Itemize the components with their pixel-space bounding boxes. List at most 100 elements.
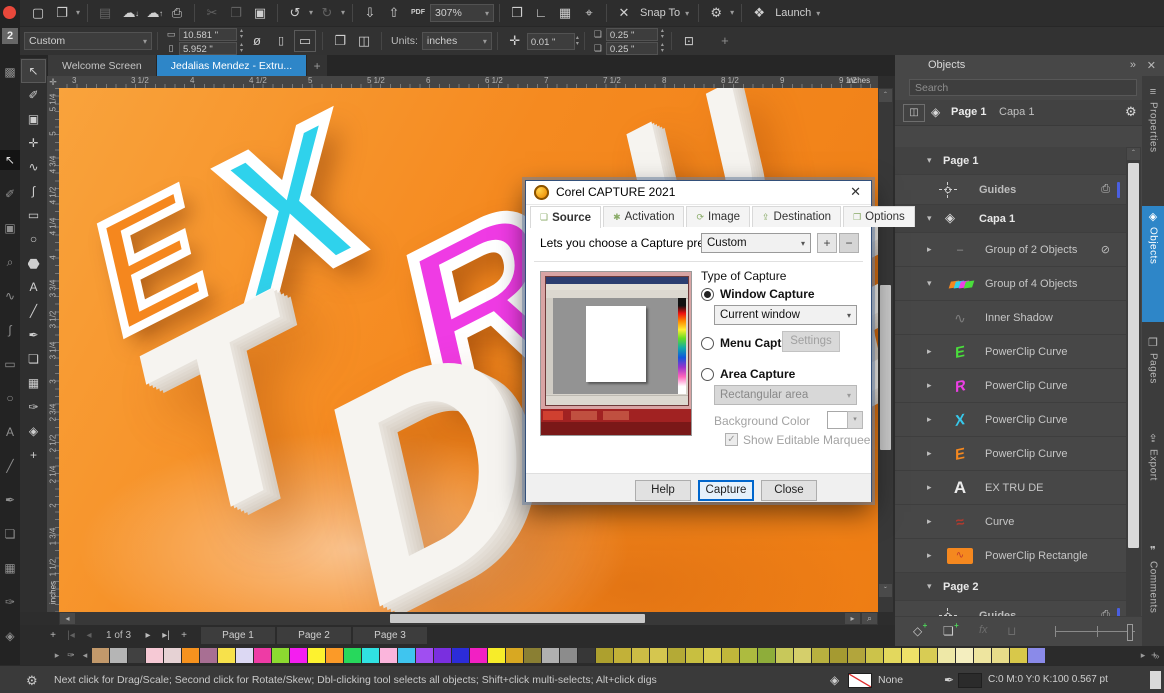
palette-swatch-7[interactable] (218, 648, 235, 663)
palette-swatch-45[interactable] (902, 648, 919, 663)
palette-swatch-20[interactable] (452, 648, 469, 663)
vertical-scroll-thumb[interactable] (880, 285, 891, 450)
portrait-button[interactable]: ▯ (271, 31, 291, 51)
line-tool[interactable]: ╱ (22, 300, 45, 322)
palette-swatch-17[interactable] (398, 648, 415, 663)
copy-button[interactable]: ❐ (226, 3, 246, 23)
scroll-left-button[interactable]: ◂ (60, 613, 75, 624)
capture-preset-combo[interactable]: Custom ▾ (701, 233, 811, 253)
palette-swatch-15[interactable] (362, 648, 379, 663)
last-page-button[interactable]: ▸| (157, 630, 175, 641)
treat-as-filled-button[interactable]: ⊡ (679, 31, 699, 51)
duplicate-x-field[interactable]: 0.25 " (606, 28, 658, 41)
page-tab-1[interactable]: Page 1 (201, 627, 275, 644)
palette-swatch-13[interactable] (326, 648, 343, 663)
settings-button[interactable]: Settings (782, 331, 840, 352)
add-page-button[interactable]: + (44, 630, 62, 641)
palette-swatch-50[interactable] (992, 648, 1009, 663)
palette-swatch-52[interactable] (1028, 648, 1045, 663)
cut-button[interactable]: ✂ (202, 3, 222, 23)
layer-row[interactable]: ▾◈Capa 1 (895, 205, 1126, 233)
palette-swatch-16[interactable] (380, 648, 397, 663)
guides-row[interactable]: Guides⎙ (895, 175, 1126, 205)
palette-swatch-25[interactable] (542, 648, 559, 663)
preset-combo[interactable]: Custom ▾ (24, 32, 152, 50)
palette-flyout-button[interactable]: ▸ (50, 650, 64, 661)
bezier-tool[interactable]: ✒ (22, 324, 45, 346)
units-combo[interactable]: inches ▾ (422, 32, 492, 50)
palette-eyedropper-icon[interactable]: ✑ (64, 650, 78, 661)
duplicate-y-spinner[interactable]: ▴▾ (661, 42, 664, 54)
show-marquee-checkbox[interactable]: ✓ (725, 433, 738, 446)
text-tool[interactable]: A (22, 276, 45, 298)
ruler-origin[interactable]: ✛ (47, 76, 59, 88)
menu-capture-radio[interactable] (701, 337, 714, 350)
object-row[interactable]: ▸EPowerClip Curve (895, 437, 1126, 471)
palette-swatch-5[interactable] (182, 648, 199, 663)
palette-swatch-51[interactable] (1010, 648, 1027, 663)
palette-swatch-36[interactable] (740, 648, 757, 663)
options-button[interactable]: ⚙ (706, 3, 726, 23)
show-guidelines-button[interactable]: ⌖ (579, 3, 599, 23)
next-page-button[interactable]: ▸ (139, 630, 157, 641)
caret-right-icon[interactable]: ▸ (927, 516, 932, 527)
palette-swatch-44[interactable] (884, 648, 901, 663)
previous-page-button[interactable]: ◂ (80, 630, 98, 641)
redo-flyout[interactable]: ▾ (339, 3, 347, 23)
eyedropper-tool[interactable]: ✑ (22, 396, 45, 418)
page-row[interactable]: ▾Page 2 (895, 573, 1126, 601)
palette-swatch-40[interactable] (812, 648, 829, 663)
import-button[interactable]: ⇩ (360, 3, 380, 23)
new-master-layer-button[interactable]: ❏+ (943, 624, 954, 638)
object-row[interactable]: ▸RPowerClip Curve (895, 369, 1126, 403)
slider-handle[interactable] (1127, 624, 1133, 641)
palette-swatch-27[interactable] (578, 648, 595, 663)
caret-right-icon[interactable]: ▸ (927, 448, 932, 459)
pick-tool[interactable]: ↖ (22, 60, 45, 82)
new-document-button[interactable]: ▢ (28, 3, 48, 23)
palette-swatch-21[interactable] (470, 648, 487, 663)
document-tab-1[interactable]: Welcome Screen (48, 55, 156, 76)
palette-swatch-14[interactable] (344, 648, 361, 663)
palette-swatch-31[interactable] (650, 648, 667, 663)
caret-down-icon[interactable]: ▾ (927, 213, 932, 224)
page-tab-2[interactable]: Page 2 (277, 627, 351, 644)
palette-swatch-19[interactable] (434, 648, 451, 663)
area-capture-label[interactable]: Area Capture (720, 367, 795, 381)
palette-swatch-42[interactable] (848, 648, 865, 663)
pattern-tool[interactable]: ▦ (22, 372, 45, 394)
show-grid-button[interactable]: ▦ (555, 3, 575, 23)
current-page-button[interactable]: ◫ (354, 31, 374, 51)
palette-swatch-39[interactable] (794, 648, 811, 663)
dialog-tab-source[interactable]: ❏Source (530, 206, 601, 228)
add-preset-button[interactable]: + (817, 233, 837, 253)
document-tab-2[interactable]: Jedalias Mendez - Extru... (157, 55, 306, 76)
options-flyout[interactable]: ▾ (728, 3, 736, 23)
background-color-swatch[interactable] (827, 411, 849, 429)
palette-swatch-23[interactable] (506, 648, 523, 663)
active-layer-row[interactable]: ◫ ◈ Page 1 Capa 1 ⚙ (895, 100, 1142, 126)
autofit-page-button[interactable]: ø (247, 31, 267, 51)
help-button[interactable]: Help (635, 480, 691, 501)
fullscreen-preview-button[interactable]: ❒ (507, 3, 527, 23)
nudge-spinner[interactable]: ▴▾ (576, 35, 579, 47)
caret-right-icon[interactable]: ▸ (927, 380, 932, 391)
capture-button[interactable]: Capture (698, 480, 754, 501)
new-layer-button[interactable]: ◇+ (913, 624, 922, 638)
paste-button[interactable]: ▣ (250, 3, 270, 23)
panel-collapse-icon[interactable]: » (1130, 59, 1136, 71)
object-row[interactable]: ▸AEX TRU DE (895, 471, 1126, 505)
caret-down-icon[interactable]: ▾ (927, 581, 932, 592)
object-row[interactable]: ∿Inner Shadow (895, 301, 1126, 335)
eye-hidden-icon[interactable]: ⊘ (1101, 243, 1110, 256)
palette-swatch-47[interactable] (938, 648, 955, 663)
duplicate-y-field[interactable]: 0.25 " (606, 42, 658, 55)
page-tab-3[interactable]: Page 3 (353, 627, 427, 644)
nudge-field[interactable]: 0.01 " (527, 33, 575, 50)
palette-swatch-22[interactable] (488, 648, 505, 663)
open-flyout[interactable]: ▾ (74, 3, 82, 23)
scroll-up-button[interactable]: ˆ (879, 89, 892, 102)
delete-button[interactable]: ⊔ (1007, 624, 1016, 638)
snap-to-dropdown[interactable]: Snap To▾ (640, 7, 689, 19)
horizontal-ruler[interactable]: 33 1/244 1/255 1/266 1/277 1/288 1/299 1… (47, 76, 878, 88)
